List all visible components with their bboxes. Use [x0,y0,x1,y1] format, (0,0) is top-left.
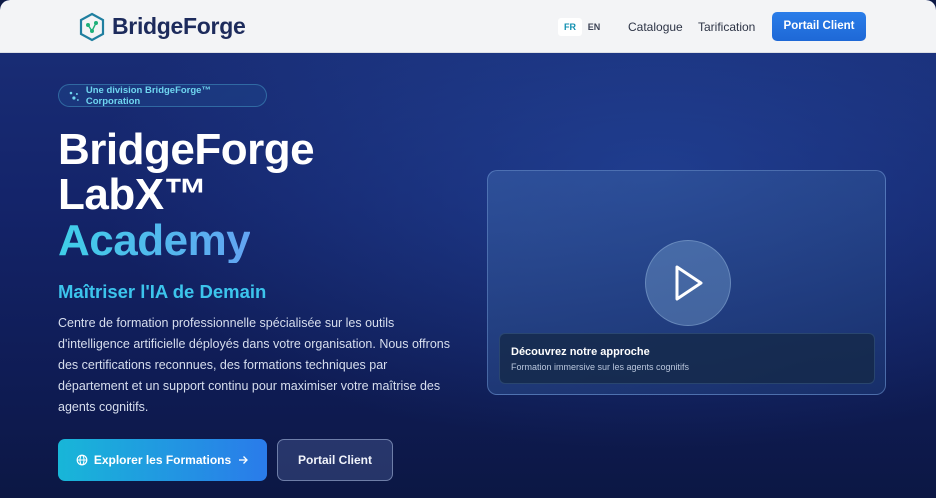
brand-logo[interactable]: BridgeForge [78,11,246,42]
portal-client-button[interactable]: Portail Client [277,439,393,481]
header-portal-button[interactable]: Portail Client [772,12,866,41]
portal-client-label: Portail Client [297,453,372,467]
hero-description: Centre de formation professionnelle spéc… [58,316,450,414]
lang-en-button[interactable]: EN [582,18,606,36]
play-icon [675,265,703,301]
video-title: Découvrez notre approche [511,346,650,358]
app-window: BridgeForge FR EN Catalogue Tarification… [0,0,936,498]
top-header: BridgeForge FR EN Catalogue Tarification… [0,0,936,53]
video-subtitle: Formation immersive sur les agents cogni… [511,362,690,372]
hero-title-line-1: BridgeForge [58,125,315,174]
play-button[interactable] [645,240,731,326]
globe-icon [76,454,88,466]
division-badge: Une division BridgeForge™ Corporation [58,84,267,107]
hero-title-line-3: Academy [58,216,251,265]
lang-fr-button[interactable]: FR [558,18,582,36]
arrow-right-icon [239,456,249,464]
video-preview-card[interactable]: Découvrez notre approche Formation immer… [487,170,886,395]
bridge-logo-icon [79,12,105,41]
hero-tagline: Maîtriser l'IA de Demain [58,281,267,302]
explore-formations-button[interactable]: Explorer les Formations [58,439,267,481]
language-switcher: FR EN [558,18,606,36]
sparkle-icon [69,91,79,101]
video-caption: Découvrez notre approche Formation immer… [499,333,875,384]
explore-formations-label: Explorer les Formations [93,453,232,467]
nav-catalogue-link[interactable]: Catalogue [628,20,683,34]
nav-tarification-link[interactable]: Tarification [698,20,755,34]
brand-name: BridgeForge [112,13,246,39]
badge-text: Une division BridgeForge™ Corporation [85,84,211,107]
hero-title-line-2: LabX™ [58,170,208,219]
